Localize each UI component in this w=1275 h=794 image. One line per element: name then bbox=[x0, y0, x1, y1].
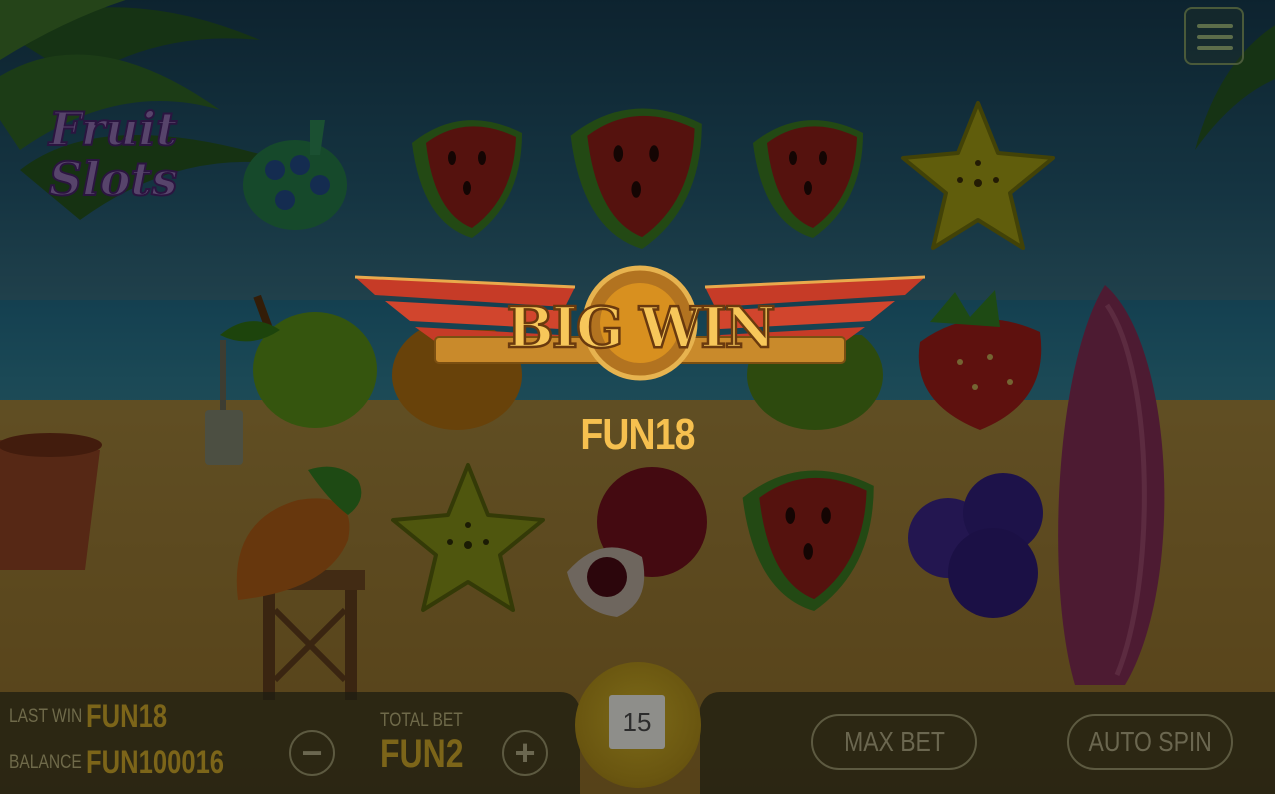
auto-spin-button[interactable]: AUTO SPIN bbox=[1067, 714, 1233, 770]
max-bet-button[interactable]: MAX BET bbox=[811, 714, 977, 770]
big-win-title: BIG WIN bbox=[506, 295, 773, 361]
win-amount: FUN18 bbox=[580, 410, 695, 459]
last-win-value: FUN18 bbox=[86, 698, 168, 734]
increase-bet-button[interactable]: + bbox=[502, 730, 548, 776]
spin-count-display: 15 bbox=[609, 695, 665, 749]
big-win-banner: BIG WIN bbox=[355, 265, 925, 381]
game-scene: Fruit Slots bbox=[0, 0, 1275, 794]
decrease-bet-button[interactable]: − bbox=[289, 730, 335, 776]
menu-button[interactable] bbox=[1184, 7, 1244, 65]
balance-value: FUN100016 bbox=[86, 744, 225, 780]
total-bet-label: TOTAL BET bbox=[380, 710, 463, 731]
plus-icon: + bbox=[514, 732, 536, 773]
auto-spin-label: AUTO SPIN bbox=[1088, 726, 1212, 757]
last-win-label: LAST WIN bbox=[9, 706, 83, 727]
max-bet-label: MAX BET bbox=[843, 726, 945, 757]
total-bet-value: FUN2 bbox=[380, 732, 464, 776]
balance-label: BALANCE bbox=[9, 752, 82, 773]
minus-icon: − bbox=[301, 732, 323, 773]
